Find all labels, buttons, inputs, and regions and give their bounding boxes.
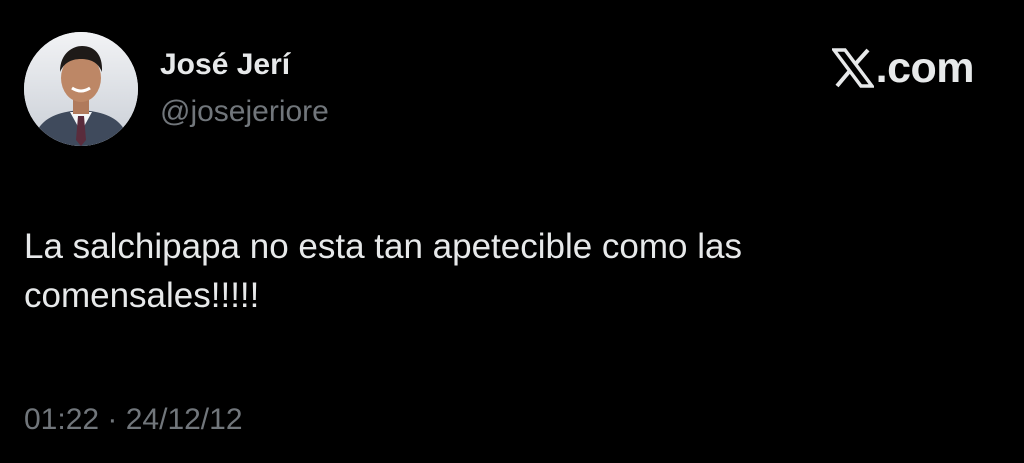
- tweet-card: José Jerí @josejeriore .com La salchipap…: [0, 0, 1024, 463]
- x-logo-icon: [831, 48, 874, 88]
- tweet-timestamp[interactable]: 01:22 · 24/12/12: [24, 405, 243, 435]
- brand-text: .com: [875, 43, 975, 92]
- author-display-name[interactable]: José Jerí: [160, 50, 290, 80]
- tweet-text: La salchipapa no esta tan apetecible com…: [24, 227, 742, 315]
- avatar-photo: [24, 32, 138, 146]
- author-handle[interactable]: @josejeriore: [160, 97, 329, 127]
- x-brand-logo: .com: [831, 43, 975, 92]
- avatar[interactable]: [24, 32, 138, 146]
